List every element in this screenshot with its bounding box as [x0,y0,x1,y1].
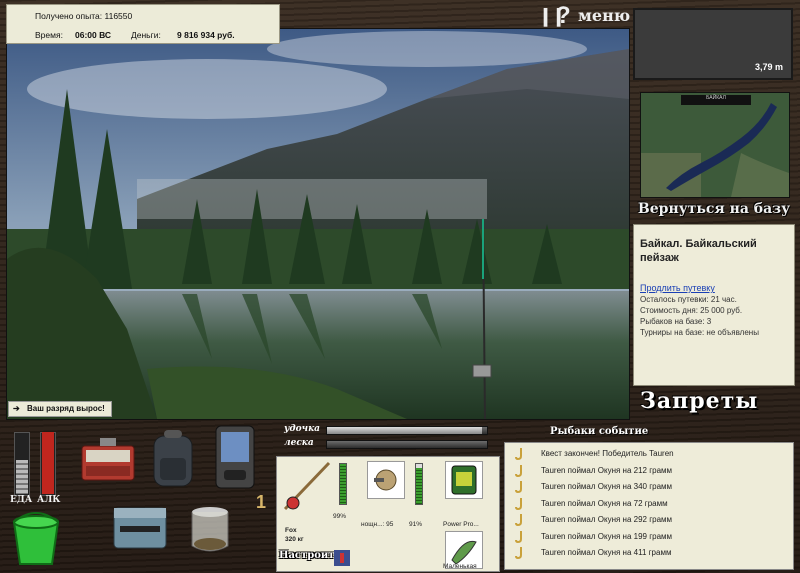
reel-condition-fill [416,467,422,504]
top-menu-bar: ❙❙ ? меню [536,2,630,29]
tournaments-status: Турниры на базе: не объявлены [640,328,759,337]
event-item: Tauren поймал Окуня на 72 грамм [511,496,793,513]
return-to-base-button[interactable]: Вернуться на базу [636,201,792,221]
event-item: Tauren поймал Окуня на 292 грамм [511,512,793,529]
food-gauge-fill [16,459,28,494]
wrench-icon[interactable] [331,547,353,569]
hook-icon [515,497,522,510]
hook-icon [515,448,522,460]
event-item: Tauren поймал Окуня на 340 грамм [511,479,793,496]
menu-button[interactable]: меню [578,6,630,25]
cooler-bag-icon[interactable] [110,496,170,556]
time-label: Время: [35,30,63,40]
alcohol-label: АЛК [37,495,61,505]
line-slot[interactable] [445,461,483,499]
player-info-panel: Получено опыта: 116550 Время: 06:00 ВС Д… [6,4,280,44]
bait-jar-icon[interactable] [186,502,234,556]
hook-icon [515,481,522,493]
experience-value: 116550 [104,11,133,21]
food-label: ЕДА [10,495,33,505]
alcohol-gauge-fill [42,432,54,494]
pda-icon[interactable] [214,424,256,490]
map-title: БАЙКАЛ [681,95,751,105]
events-title: Рыбаки событие [550,426,649,437]
event-text: Tauren поймал Окуня на 411 грамм [541,548,672,557]
fishing-scene[interactable] [6,28,630,420]
hook-icon [515,547,522,559]
rank-message: Ваш разряд вырос! [27,404,105,413]
rod-strength-bar [326,426,488,435]
fishers-count: Рыбаков на базе: 3 [640,317,712,326]
bans-button[interactable]: Запреты [640,388,790,416]
rod-condition-bar [339,463,347,505]
event-text: Tauren поймал Окуня на 199 грамм [541,531,673,541]
line-bar-label: леска [284,438,314,448]
tackle-panel: 99% Fox 320 кг нощн...: 95 91% Power Pro… [276,456,500,572]
backpack-icon[interactable] [148,428,198,490]
bucket-icon[interactable] [10,512,62,568]
event-text: Tauren поймал Окуня на 212 грамм [541,465,673,475]
baikal-map-image [641,93,789,197]
rod-weight: 320 кг [285,536,304,543]
money-value: 9 816 934 руб. [177,30,235,40]
event-item: Tauren поймал Окуня на 212 грамм [511,463,793,480]
event-item: Квест закончен! Победитель Tauren [511,446,793,463]
location-info-panel: Байкал. Байкальский пейзаж Продлить путе… [633,224,795,386]
hook-icon [515,514,522,526]
line-tension-bar [326,440,488,449]
rod-icon[interactable] [279,459,335,515]
rod-percent: 99% [333,513,347,520]
lake-landscape [7,29,629,419]
rod-bar-label: удочка [284,424,320,434]
event-text: Tauren поймал Окуня на 340 грамм [541,482,673,491]
reel-name: нощн...: 95 [361,521,394,528]
reel-condition-bar [415,463,423,505]
rod-name: Fox [285,527,297,534]
rod-condition-fill [340,464,346,504]
day-cost: Стоимость дня: 25 000 руб. [640,306,743,315]
hook-icon [515,530,522,543]
event-text: Tauren поймал Окуня на 72 грамм [541,498,668,508]
inventory-count: 1 [256,492,267,512]
permit-remaining: Осталось путевки: 21 час. [640,295,737,304]
bottom-panel: ЕДА АЛК 1 удочка леска 99% Fox 320 кг но… [0,420,800,573]
alcohol-gauge [40,432,56,496]
money-label: Деньги: [131,30,161,40]
extend-permit-link[interactable]: Продлить путевку [640,283,788,293]
reel-percent: 91% [409,521,423,528]
location-map[interactable]: БАЙКАЛ [640,92,790,198]
depth-value: 3,79 m [754,62,783,72]
lure-name: Маленькая [443,563,477,570]
hook-icon [515,464,522,477]
question-icon[interactable]: ? [556,2,571,30]
location-name: Байкал. Байкальский пейзаж [640,238,757,264]
rank-up-notice[interactable]: ➔ Ваш разряд вырос! [8,401,112,417]
food-gauge [14,432,30,496]
tackle-box-icon[interactable] [80,434,136,484]
line-spool-icon [451,465,477,495]
experience-text: Получено опыта: 116550 [35,11,133,21]
line-name: Power Pro... [443,521,479,528]
event-text: Квест закончен! Победитель Tauren [541,449,674,458]
arrow-right-icon: ➔ [13,404,20,413]
reel-slot[interactable] [367,461,405,499]
events-list: Квест закончен! Победитель Tauren Tauren … [504,442,794,570]
event-item: Tauren поймал Окуня на 199 грамм [511,529,793,546]
depth-display: 3,79 m [633,8,793,80]
time-value: 06:00 ВС [75,30,112,40]
event-item: Tauren поймал Окуня на 411 грамм [511,545,793,562]
event-text: Tauren поймал Окуня на 292 грамм [541,515,673,524]
reel-icon [374,469,397,491]
rod-strength-fill [327,427,483,434]
